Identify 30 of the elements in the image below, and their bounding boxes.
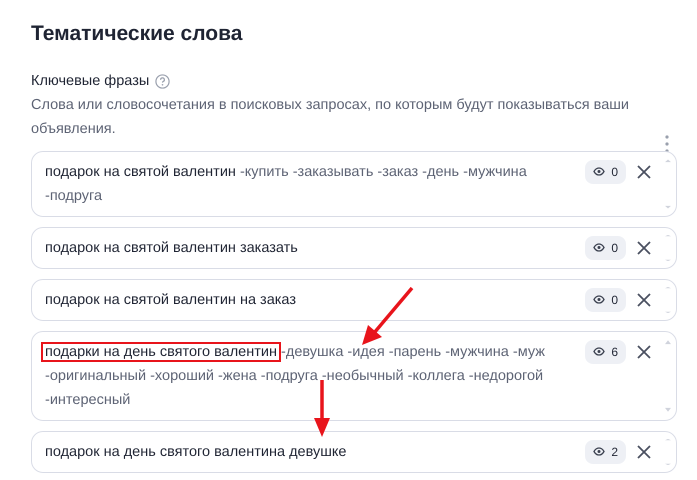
scroll-arrows-icon — [663, 286, 673, 314]
keyword-phrase: подарок на святой валентин на заказ — [45, 290, 297, 310]
eye-icon — [593, 243, 606, 252]
keyword-field[interactable]: подарок на святой валентин заказать 0 — [31, 226, 677, 269]
scroll-arrows-icon — [663, 234, 673, 262]
annotation-arrow — [360, 285, 416, 347]
eye-icon — [593, 295, 606, 304]
keyword-field[interactable]: подарок на святой валентин на заказ 0 — [31, 278, 677, 321]
impressions-badge: 0 — [585, 236, 626, 260]
keyword-phrase: подарок на святой валентин заказать — [45, 238, 299, 258]
impressions-badge: 6 — [585, 340, 626, 364]
scroll-arrows-icon — [663, 338, 673, 414]
keyword-phrase: подарок на день святого валентина девушке — [45, 442, 348, 462]
eye-icon — [593, 167, 606, 176]
impressions-badge: 0 — [585, 160, 626, 184]
keyword-field[interactable]: подарки на день святого валентин -девушка -идея -парень -мужчина -муж -оригинальный -хороший -жена -подруга -необычный -коллега -недорогой -интересный 6 — [31, 330, 677, 421]
keyword-phrase: подарок на святой валентин -купить -заказывать -заказ -день -мужчина -подруга — [45, 162, 528, 206]
more-icon[interactable] — [665, 134, 669, 153]
keyword-field[interactable]: подарок на день святого валентина девушке 2 — [31, 430, 677, 473]
keyword-field[interactable]: подарок на святой валентин -купить -заказывать -заказ -день -мужчина -подруга 0 — [31, 150, 677, 217]
eye-icon — [593, 447, 606, 456]
impressions-badge: 0 — [585, 288, 626, 312]
impressions-badge: 2 — [585, 440, 626, 464]
field-description: Слова или словосочетания в поисковых запросах, по которым будут показываться ваши объявления. — [31, 96, 630, 139]
eye-icon — [593, 347, 606, 356]
field-label: Ключевые фразы — [31, 72, 150, 91]
section-title: Тематические слова — [31, 21, 244, 47]
help-icon[interactable] — [155, 74, 170, 90]
scroll-arrows-icon — [663, 158, 673, 210]
scroll-arrows-icon — [663, 438, 673, 466]
